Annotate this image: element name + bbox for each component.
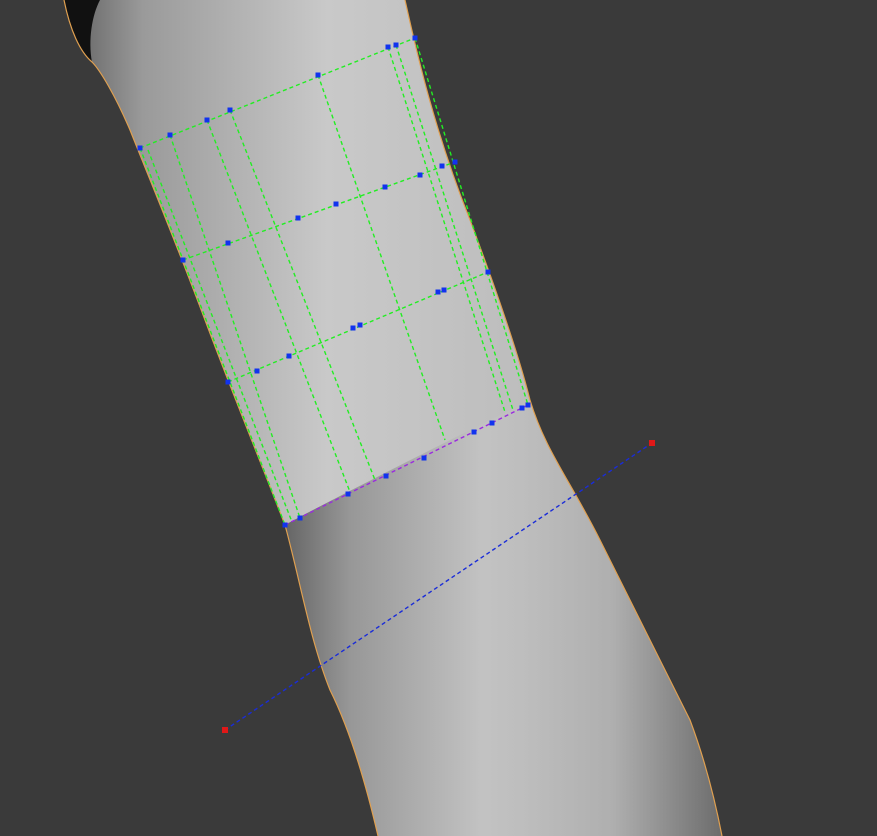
grid-vertex[interactable]	[282, 522, 288, 528]
grid-vertex[interactable]	[350, 325, 356, 331]
grid-vertex[interactable]	[167, 132, 173, 138]
grid-vertex[interactable]	[286, 353, 292, 359]
grid-vertex[interactable]	[137, 145, 143, 151]
grid-vertex[interactable]	[227, 107, 233, 113]
grid-vertex[interactable]	[204, 117, 210, 123]
grid-vertex[interactable]	[417, 172, 423, 178]
grid-vertex[interactable]	[441, 287, 447, 293]
cut-line-start-handle[interactable]	[222, 727, 228, 733]
grid-vertex[interactable]	[315, 72, 321, 78]
grid-vertex[interactable]	[180, 257, 186, 263]
grid-vertex[interactable]	[393, 42, 399, 48]
grid-vertex[interactable]	[295, 215, 301, 221]
grid-vertex[interactable]	[421, 455, 427, 461]
grid-vertex[interactable]	[383, 473, 389, 479]
grid-vertex[interactable]	[385, 44, 391, 50]
grid-vertex[interactable]	[485, 269, 491, 275]
grid-vertex[interactable]	[435, 289, 441, 295]
grid-vertex[interactable]	[439, 163, 445, 169]
grid-vertex[interactable]	[254, 368, 260, 374]
grid-vertex[interactable]	[471, 429, 477, 435]
grid-vertex[interactable]	[382, 184, 388, 190]
viewport-scene[interactable]	[0, 0, 877, 836]
grid-vertex[interactable]	[452, 159, 458, 165]
grid-vertex[interactable]	[333, 201, 339, 207]
grid-vertex[interactable]	[297, 515, 303, 521]
grid-vertex[interactable]	[357, 322, 363, 328]
grid-vertex[interactable]	[412, 35, 418, 41]
cut-line-end-handle[interactable]	[649, 440, 655, 446]
grid-vertex[interactable]	[225, 240, 231, 246]
grid-vertex[interactable]	[489, 420, 495, 426]
grid-vertex[interactable]	[225, 379, 231, 385]
3d-viewport[interactable]	[0, 0, 877, 836]
grid-vertex[interactable]	[519, 405, 525, 411]
grid-vertex[interactable]	[345, 491, 351, 497]
grid-vertex[interactable]	[525, 402, 531, 408]
